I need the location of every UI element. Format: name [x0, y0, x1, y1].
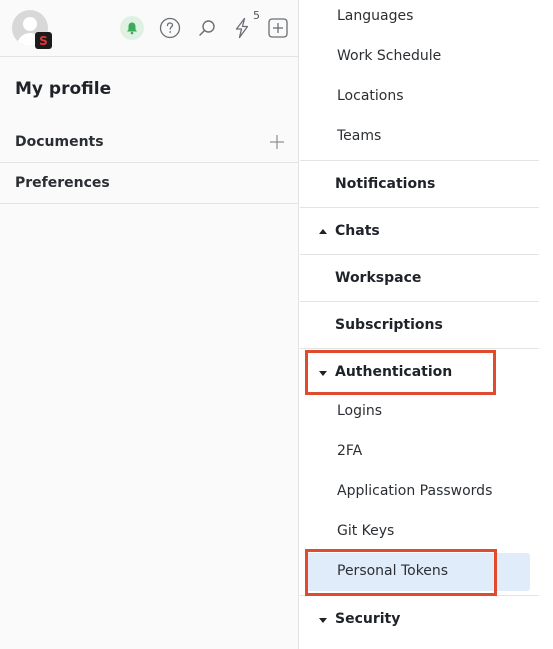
documents-label: Documents — [15, 134, 104, 150]
menu-item-label: Teams — [337, 128, 382, 144]
menu-item-2fa[interactable]: 2FA — [300, 433, 539, 473]
menu-item-logins[interactable]: Logins — [300, 393, 539, 433]
section-label: Subscriptions — [335, 317, 443, 333]
caret-up-icon — [319, 229, 327, 234]
menu-item-locations[interactable]: Locations — [300, 78, 539, 118]
section-label: Chats — [335, 223, 380, 239]
notification-count: 5 — [253, 9, 260, 22]
add-icon[interactable] — [266, 16, 290, 40]
help-icon[interactable] — [158, 16, 182, 40]
menu-item-work-schedule[interactable]: Work Schedule — [300, 38, 539, 78]
menu-item-application-passwords[interactable]: Application Passwords — [300, 473, 539, 513]
preferences-row[interactable]: Preferences — [0, 163, 299, 204]
menu-item-label: Git Keys — [337, 523, 395, 539]
section-workspace[interactable]: Workspace — [300, 254, 539, 301]
caret-down-icon — [319, 371, 327, 376]
menu-item-label: Work Schedule — [337, 48, 442, 64]
menu-item-label: Personal Tokens — [337, 563, 449, 579]
preferences-label: Preferences — [15, 175, 110, 191]
search-icon[interactable] — [195, 16, 219, 40]
workspace-badge-letter: S — [39, 33, 48, 48]
menu-item-label: Locations — [337, 88, 404, 104]
section-subscriptions[interactable]: Subscriptions — [300, 301, 539, 348]
page-title: My profile — [15, 79, 112, 99]
menu-item-teams[interactable]: Teams — [300, 118, 539, 158]
section-label: Workspace — [335, 270, 422, 286]
section-chats[interactable]: Chats — [300, 207, 539, 254]
section-notifications[interactable]: Notifications — [300, 160, 539, 207]
section-label: Security — [335, 611, 401, 627]
section-label: Notifications — [335, 176, 436, 192]
menu-item-languages[interactable]: Languages — [300, 0, 539, 38]
lightning-icon[interactable] — [230, 16, 254, 40]
caret-down-icon — [319, 618, 327, 623]
section-label: Authentication — [335, 364, 453, 380]
top-toolbar: S 5 — [0, 0, 299, 57]
avatar-head — [23, 17, 37, 31]
bell-icon[interactable] — [120, 16, 144, 40]
menu-item-git-keys[interactable]: Git Keys — [300, 513, 539, 553]
profile-panel: S 5 My profile Documents Preferences — [0, 0, 299, 649]
section-authentication[interactable]: Authentication — [300, 348, 539, 395]
workspace-badge: S — [35, 32, 52, 49]
documents-row[interactable]: Documents — [0, 122, 299, 163]
section-security[interactable]: Security — [300, 595, 539, 642]
add-document-icon[interactable] — [268, 133, 286, 151]
menu-item-label: 2FA — [337, 443, 363, 459]
menu-item-label: Languages — [337, 8, 414, 24]
menu-item-label: Application Passwords — [337, 483, 493, 499]
scrollbar-track[interactable] — [539, 0, 553, 649]
menu-item-personal-tokens[interactable]: Personal Tokens — [300, 553, 539, 593]
menu-item-label: Logins — [337, 403, 383, 419]
settings-menu: Languages Work Schedule Locations Teams … — [300, 0, 539, 649]
